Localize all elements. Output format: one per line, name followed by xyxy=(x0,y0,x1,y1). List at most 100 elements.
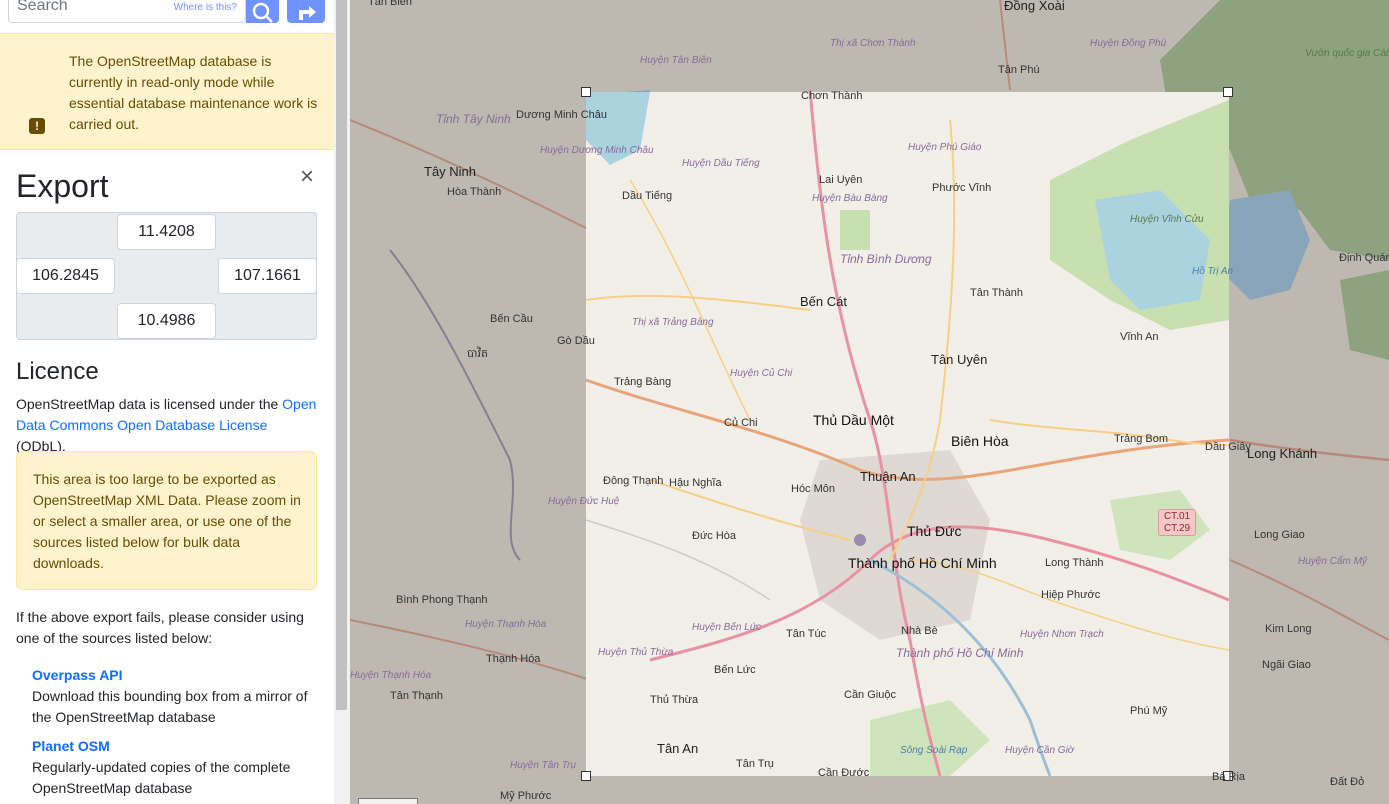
place-label: Hóc Môn xyxy=(791,483,836,495)
bounding-box-panel: 11.4208 106.2845 107.1661 10.4986 xyxy=(16,212,317,340)
place-label: Đông Thạnh xyxy=(603,475,664,487)
road-shield: CT.01 CT.29 xyxy=(1158,509,1196,536)
place-label: Hòa Thành xyxy=(447,186,502,198)
map-view[interactable]: CT.01 CT.29 Tân Biên Đồng Xoài Thị xã Ch… xyxy=(350,0,1389,804)
sidebar-scroll-thumb[interactable] xyxy=(336,0,347,710)
place-label: Huyện Thủ Thừa xyxy=(598,647,674,658)
place-label: Thủ Thừa xyxy=(650,694,699,706)
place-label: Mỹ Phước xyxy=(500,790,552,802)
licence-text: OpenStreetMap data is licensed under the… xyxy=(16,394,321,457)
place-label: Đức Hòa xyxy=(692,530,737,542)
place-label: Huyện Cẩm Mỹ xyxy=(1298,556,1367,567)
place-label: Sông Soài Rạp xyxy=(900,745,968,756)
place-label: Huyện Cần Giờ xyxy=(1005,745,1074,756)
place-label: Tân Biên xyxy=(368,0,413,8)
place-label: Thị xã Chơn Thành xyxy=(830,38,916,49)
directions-icon xyxy=(299,6,316,20)
search-button[interactable] xyxy=(246,0,279,23)
place-label: Thuận An xyxy=(860,469,916,484)
place-label: Phước Vĩnh xyxy=(932,182,992,194)
place-label: Tỉnh Tây Ninh xyxy=(436,112,511,126)
directions-button[interactable] xyxy=(287,0,325,23)
place-label: Huyện Vĩnh Cửu xyxy=(1130,214,1204,225)
place-label: Tân Phú xyxy=(998,64,1040,76)
place-label: Thị xã Trảng Bàng xyxy=(632,317,714,328)
place-label: Hiệp Phước xyxy=(1041,589,1101,601)
place-label: Huyện Bến Lức xyxy=(692,622,762,633)
search-bar: Search Where is this? xyxy=(0,0,334,24)
road-shield-line1: CT.01 xyxy=(1163,511,1191,522)
warning-text: This area is too large to be exported as… xyxy=(33,471,301,571)
place-label: Tân Thành xyxy=(970,287,1024,299)
north-coordinate-input[interactable]: 11.4208 xyxy=(117,214,216,250)
place-label: Huyện Dương Minh Châu xyxy=(540,145,654,156)
place-label: Vĩnh An xyxy=(1120,331,1159,343)
place-label: Ngãi Giao xyxy=(1262,659,1311,671)
area-too-large-warning: This area is too large to be exported as… xyxy=(16,451,317,590)
place-label: Đồng Xoài xyxy=(1004,0,1065,13)
search-placeholder: Search xyxy=(17,0,68,14)
place-label: Huyện Củ Chi xyxy=(730,368,793,379)
licence-text-before: OpenStreetMap data is licensed under the xyxy=(16,396,283,412)
overpass-api-desc: Download this bounding box from a mirror… xyxy=(32,688,308,725)
place-label: Hồ Trị An xyxy=(1192,266,1234,277)
place-label: Lai Uyên xyxy=(819,174,863,186)
place-label: Thành phố Hồ Chí Minh xyxy=(848,555,997,571)
place-label: Huyện Bàu Bàng xyxy=(812,193,888,204)
place-label: Trảng Bàng xyxy=(614,376,672,388)
export-title: Export xyxy=(16,168,109,204)
place-label: Kim Long xyxy=(1265,623,1312,635)
search-input[interactable]: Search Where is this? xyxy=(8,0,246,23)
west-coordinate-input[interactable]: 106.2845 xyxy=(16,258,115,294)
place-label: Huyện Nhơn Trạch xyxy=(1020,629,1104,640)
place-label: Tân Uyên xyxy=(931,352,988,367)
planet-osm-desc: Regularly-updated copies of the complete… xyxy=(32,759,291,796)
place-label: Cần Đước xyxy=(818,767,870,779)
place-label: Long Khánh xyxy=(1247,446,1318,461)
place-label: Huyện Tân Trụ xyxy=(510,760,576,771)
overpass-api-link[interactable]: Overpass API xyxy=(32,667,123,683)
place-label: Long Thành xyxy=(1045,557,1104,569)
bbox-handle-nw[interactable] xyxy=(581,87,591,97)
place-label: Hậu Nghĩa xyxy=(669,477,722,489)
place-label: Huyện Đức Huệ xyxy=(548,496,620,507)
place-label: Thạnh Hóa xyxy=(486,653,541,665)
warning-icon: ! xyxy=(29,118,45,134)
place-label: បាវិត xyxy=(467,348,488,360)
place-label: Huyện Thạnh Hóa xyxy=(465,619,547,630)
place-label: Tân An xyxy=(657,741,699,756)
notice-text: The OpenStreetMap database is currently … xyxy=(69,53,318,132)
place-label: Tân Túc xyxy=(786,628,827,640)
south-coordinate-input[interactable]: 10.4986 xyxy=(117,303,216,339)
place-label: Phú Mỹ xyxy=(1130,705,1168,717)
place-label: Tây Ninh xyxy=(424,164,477,179)
place-label: Bến Cầu xyxy=(490,313,533,325)
place-label: Chơn Thành xyxy=(801,90,863,102)
place-label: Tân Thạnh xyxy=(390,690,444,702)
east-coordinate-input[interactable]: 107.1661 xyxy=(218,258,317,294)
place-label: Huyện Đồng Phú xyxy=(1090,38,1167,49)
place-label: Dầu Tiếng xyxy=(622,190,673,202)
place-label: Tân Trụ xyxy=(736,758,774,770)
close-icon[interactable]: × xyxy=(297,165,317,189)
place-label: Huyện Dầu Tiếng xyxy=(682,158,760,169)
place-label: Định Quán xyxy=(1339,252,1389,264)
place-label: Đất Đỏ xyxy=(1330,776,1365,788)
where-is-this-link[interactable]: Where is this? xyxy=(174,2,237,13)
search-icon xyxy=(252,2,273,23)
place-label: Bình Phong Thạnh xyxy=(396,594,488,606)
sidebar: Search Where is this? ! The OpenStreetMa… xyxy=(0,0,334,804)
place-label: Long Giao xyxy=(1254,529,1305,541)
place-label: Gò Dầu xyxy=(557,335,595,347)
map-scale xyxy=(358,798,418,804)
bbox-handle-ne[interactable] xyxy=(1223,87,1233,97)
licence-title: Licence xyxy=(16,358,99,385)
place-label: Bến Cát xyxy=(800,294,847,309)
fallback-text: If the above export fails, please consid… xyxy=(16,609,304,646)
place-label: Tỉnh Bình Dương xyxy=(840,252,932,266)
read-only-notice: ! The OpenStreetMap database is currentl… xyxy=(0,33,334,150)
place-label: Dầu Giây xyxy=(1205,441,1251,453)
place-label: Huyện Thạnh Hóa xyxy=(350,670,432,681)
bbox-handle-sw[interactable] xyxy=(581,771,591,781)
planet-osm-link[interactable]: Planet OSM xyxy=(32,738,110,754)
